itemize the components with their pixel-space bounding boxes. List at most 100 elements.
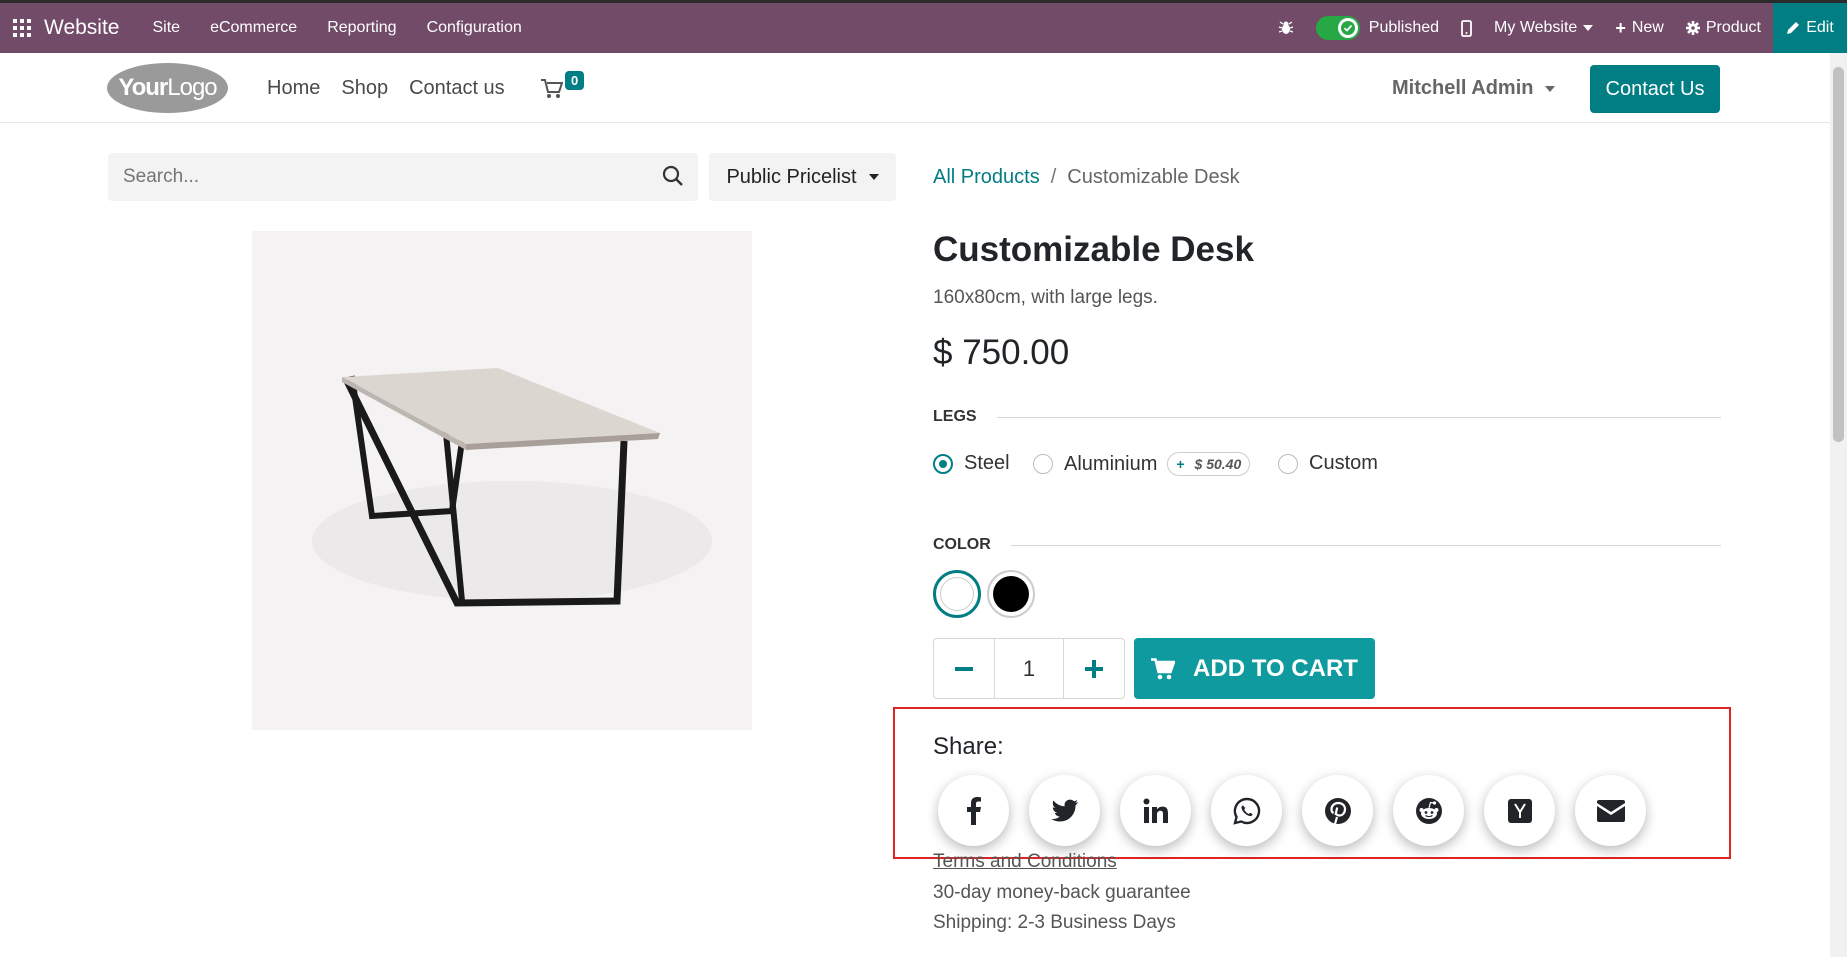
share-hackernews-button[interactable] bbox=[1484, 775, 1555, 846]
legs-option-steel[interactable]: Steel bbox=[933, 452, 1010, 475]
add-to-cart-label: ADD TO CART bbox=[1193, 654, 1358, 682]
shipping-text: Shipping: 2-3 Business Days bbox=[933, 912, 1176, 933]
debug-bug-icon[interactable] bbox=[1278, 20, 1294, 36]
menu-site[interactable]: Site bbox=[152, 19, 180, 37]
breadcrumb-current: Customizable Desk bbox=[1067, 166, 1240, 188]
product-description: 160x80cm, with large legs. bbox=[933, 287, 1158, 308]
cart-icon bbox=[1151, 657, 1176, 679]
published-toggle[interactable]: Published bbox=[1315, 16, 1440, 40]
menu-configuration[interactable]: Configuration bbox=[427, 19, 522, 37]
share-buttons bbox=[938, 775, 1666, 846]
breadcrumb-separator: / bbox=[1050, 166, 1057, 188]
plus-icon: + bbox=[1615, 17, 1626, 38]
website-switcher-label: My Website bbox=[1494, 19, 1578, 36]
radio-steel[interactable] bbox=[933, 453, 953, 474]
website-switcher[interactable]: My Website bbox=[1494, 19, 1594, 37]
product-title: Customizable Desk bbox=[933, 230, 1254, 269]
pinterest-icon bbox=[1324, 797, 1351, 824]
edit-label: Edit bbox=[1806, 19, 1834, 36]
scrollbar-thumb[interactable] bbox=[1833, 67, 1844, 442]
edit-button[interactable]: Edit bbox=[1773, 3, 1847, 53]
site-logo[interactable]: Your Logo bbox=[107, 63, 228, 113]
new-button[interactable]: + New bbox=[1615, 18, 1664, 39]
chevron-down-icon bbox=[1583, 25, 1594, 31]
admin-navbar: Website Site eCommerce Reporting Configu… bbox=[0, 0, 1847, 53]
cart-icon bbox=[541, 79, 563, 98]
share-email-button[interactable] bbox=[1575, 775, 1646, 846]
color-swatch-white[interactable] bbox=[933, 570, 981, 618]
product-label: Product bbox=[1705, 19, 1761, 36]
breadcrumb-all-products[interactable]: All Products bbox=[933, 166, 1040, 189]
hackernews-icon bbox=[1507, 798, 1532, 823]
color-swatch-black[interactable] bbox=[987, 570, 1035, 618]
whatsapp-icon bbox=[1232, 797, 1260, 825]
share-twitter-button[interactable] bbox=[1029, 775, 1100, 846]
facebook-icon bbox=[966, 796, 981, 825]
legs-divider bbox=[997, 417, 1721, 418]
main-nav: Home Shop Contact us bbox=[267, 77, 526, 100]
pricelist-label: Public Pricelist bbox=[726, 165, 857, 188]
product-image[interactable] bbox=[252, 231, 752, 730]
gear-icon bbox=[1685, 21, 1700, 35]
menu-reporting[interactable]: Reporting bbox=[327, 19, 396, 37]
site-header: Your Logo Home Shop Contact us 0 Mitchell… bbox=[0, 53, 1830, 123]
legs-option-aluminium[interactable]: Aluminium + $ 50.40 bbox=[1033, 452, 1251, 476]
product-price: $ 750.00 bbox=[933, 333, 1070, 372]
legs-option-label: Aluminium bbox=[1064, 452, 1158, 475]
logo-text-light: Logo bbox=[167, 74, 217, 101]
share-label: Share: bbox=[933, 733, 1004, 760]
color-divider bbox=[1011, 545, 1721, 546]
quantity-input[interactable]: 1 bbox=[994, 639, 1064, 698]
quantity-stepper: 1 bbox=[933, 638, 1125, 699]
legs-attribute-title: LEGS bbox=[933, 408, 977, 425]
extra-price-value: $ 50.40 bbox=[1194, 456, 1242, 472]
nav-home[interactable]: Home bbox=[267, 77, 320, 100]
radio-aluminium[interactable] bbox=[1033, 454, 1053, 474]
color-attribute-title: COLOR bbox=[933, 536, 991, 553]
cart-count-badge: 0 bbox=[565, 71, 585, 90]
pencil-icon bbox=[1787, 22, 1800, 34]
terms-link[interactable]: Terms and Conditions bbox=[933, 851, 1117, 873]
nav-contact-us[interactable]: Contact us bbox=[409, 77, 505, 100]
logo-text-bold: Your bbox=[118, 74, 168, 101]
nav-shop[interactable]: Shop bbox=[341, 77, 388, 100]
share-facebook-button[interactable] bbox=[938, 775, 1009, 846]
share-linkedin-button[interactable] bbox=[1120, 775, 1191, 846]
share-pinterest-button[interactable] bbox=[1302, 775, 1373, 846]
apps-menu-icon[interactable] bbox=[0, 3, 44, 53]
share-whatsapp-button[interactable] bbox=[1211, 775, 1282, 846]
cart-link[interactable]: 0 bbox=[541, 71, 587, 101]
breadcrumb: All Products / Customizable Desk bbox=[933, 166, 1240, 189]
linkedin-icon bbox=[1143, 798, 1168, 823]
legs-option-custom[interactable]: Custom bbox=[1278, 452, 1378, 475]
email-icon bbox=[1596, 799, 1625, 822]
chevron-down-icon bbox=[868, 174, 879, 180]
product-settings-button[interactable]: Product bbox=[1685, 19, 1761, 37]
desk-image bbox=[252, 231, 752, 730]
search-icon[interactable] bbox=[662, 165, 684, 187]
app-name[interactable]: Website bbox=[44, 16, 119, 40]
legs-option-label: Steel bbox=[964, 452, 1010, 474]
search-input[interactable] bbox=[108, 166, 638, 188]
product-search bbox=[108, 153, 698, 201]
add-to-cart-button[interactable]: ADD TO CART bbox=[1134, 638, 1375, 699]
reddit-icon bbox=[1415, 797, 1442, 824]
extra-price-badge: + $ 50.40 bbox=[1167, 452, 1251, 476]
user-menu[interactable]: Mitchell Admin bbox=[1392, 77, 1556, 100]
share-reddit-button[interactable] bbox=[1393, 775, 1464, 846]
quantity-minus-button[interactable] bbox=[934, 639, 994, 698]
minus-icon bbox=[955, 666, 974, 671]
contact-us-button[interactable]: Contact Us bbox=[1590, 65, 1720, 113]
guarantee-text: 30-day money-back guarantee bbox=[933, 882, 1191, 903]
publish-switch[interactable] bbox=[1315, 16, 1360, 40]
twitter-icon bbox=[1051, 799, 1078, 821]
mobile-preview-icon[interactable] bbox=[1461, 19, 1472, 37]
radio-custom[interactable] bbox=[1278, 453, 1298, 474]
plus-icon bbox=[1084, 659, 1103, 678]
published-label: Published bbox=[1368, 19, 1440, 36]
menu-ecommerce[interactable]: eCommerce bbox=[210, 19, 297, 37]
quantity-plus-button[interactable] bbox=[1064, 639, 1124, 698]
pricelist-dropdown[interactable]: Public Pricelist bbox=[709, 153, 896, 201]
legs-option-label: Custom bbox=[1309, 452, 1378, 474]
page-scrollbar[interactable] bbox=[1830, 53, 1847, 957]
